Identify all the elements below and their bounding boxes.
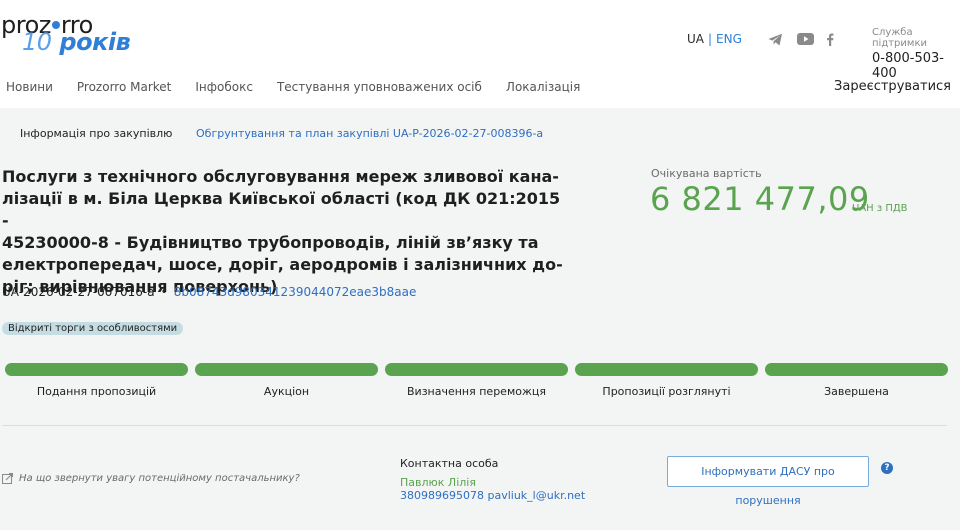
external-edit-icon (2, 473, 13, 484)
tender-id: UA-2026-02-27-007016-a (2, 285, 155, 299)
contact-person-name: Павлюк Лілія (400, 476, 476, 489)
stage-label-completed: Завершена (824, 385, 889, 398)
lang-separator: | (708, 32, 713, 46)
tender-identifiers: UA-2026-02-27-007016-a • 8b08743d980341239… (2, 285, 416, 299)
expected-value-currency: UAH з ПДВ (852, 203, 908, 214)
help-icon[interactable]: ? (881, 462, 893, 474)
tender-hash-link[interactable]: 8b08743d980341239044072eae3b8aae (174, 285, 417, 299)
contact-person-details[interactable]: 380989695078 pavliuk_l@ukr.net (400, 489, 585, 502)
stage-label-reviewed: Пропозиції розглянуті (602, 385, 731, 398)
stage-bar-reviewed (575, 363, 758, 376)
logo-anniversary: 10 років (22, 28, 131, 56)
procedure-type-badge: Відкриті торги з особливостями (2, 322, 184, 335)
nav-item-news[interactable]: Новини (6, 80, 53, 94)
stage-label-winner: Визначення переможця (407, 385, 546, 398)
report-dasu-button[interactable]: Інформувати ДАСУ про порушення (667, 456, 869, 507)
tender-title: Послуги з технічного обслуговування мере… (2, 167, 563, 296)
supplier-tips-link[interactable]: На що звернути увагу потенційному постач… (2, 473, 300, 484)
tab-procurement-plan[interactable]: Обгрунтування та план закупівлі UA-P-202… (196, 127, 543, 140)
contact-person-label: Контактна особа (400, 457, 499, 470)
nav-item-localization[interactable]: Локалізація (506, 80, 580, 94)
stage-bar-auction (195, 363, 378, 376)
expected-value-amount: 6 821 477,09 (650, 180, 870, 218)
expected-value-label: Очікувана вартість (651, 167, 762, 180)
support-contact: Служба підтримки 0-800-503-400 (872, 27, 960, 81)
site-header: proz rro 10 років UA | ENG Служба підтримки… (0, 0, 960, 108)
stage-bar-winner (385, 363, 568, 376)
tab-procurement-info[interactable]: Інформація про закупівлю (20, 127, 172, 140)
stage-bar-submission (5, 363, 188, 376)
id-separator: • (160, 285, 168, 299)
prozorro-logo[interactable]: proz rro 10 років (1, 13, 131, 56)
support-phone[interactable]: 0-800-503-400 (872, 51, 960, 81)
supplier-tips-text: На що звернути увагу потенційному постач… (19, 473, 300, 484)
support-label: Служба підтримки (872, 27, 927, 49)
nav-item-testing[interactable]: Тестування уповноважених осіб (277, 80, 482, 94)
nav-item-market[interactable]: Prozorro Market (77, 80, 171, 94)
youtube-icon[interactable] (796, 30, 814, 48)
stage-label-auction: Аукціон (263, 385, 310, 398)
section-divider (2, 425, 947, 426)
register-link[interactable]: Зареєструватися (834, 79, 951, 94)
facebook-icon[interactable] (824, 30, 836, 48)
main-nav: Новини Prozorro Market Інфобокс Тестуван… (6, 80, 604, 94)
language-switcher: UA | ENG (687, 32, 742, 46)
nav-item-infobox[interactable]: Інфобокс (195, 80, 253, 94)
lang-ua[interactable]: UA (687, 32, 704, 46)
stage-label-submission: Подання пропозицій (36, 385, 157, 398)
telegram-icon[interactable] (767, 30, 783, 48)
lang-eng[interactable]: ENG (716, 32, 742, 46)
stage-bar-completed (765, 363, 948, 376)
